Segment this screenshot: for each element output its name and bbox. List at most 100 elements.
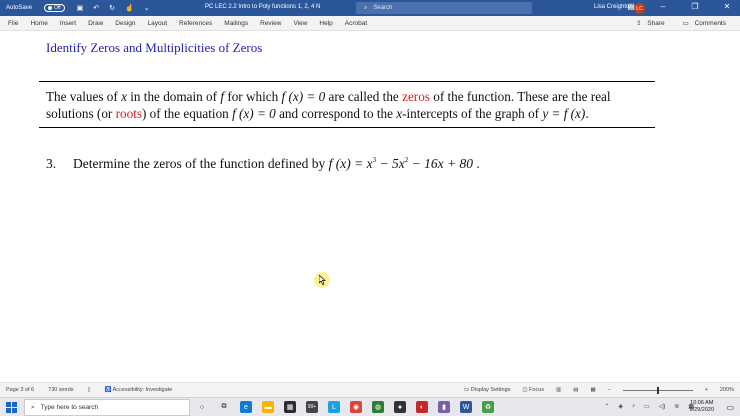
clock-date: 9/29/2020 [689,407,714,413]
question-3: 3. Determine the zeros of the function de… [46,156,480,172]
search-box[interactable]: ⌕ Search [356,2,532,14]
ribbon-display-icon[interactable]: ▤ [624,2,638,11]
question-number: 3. [46,156,57,171]
zoom-thumb[interactable] [656,386,659,394]
function-lhs: f (x) = x [328,156,373,171]
focus-label: Focus [529,387,545,393]
top-rule [39,81,655,82]
share-icon: ⇪ [635,20,644,27]
video-editor-icon[interactable]: ▮ [438,401,450,413]
def-text: for which [224,89,282,104]
recycle-icon[interactable]: ♻ [482,401,494,413]
share-label: Share [647,20,665,27]
lync-icon[interactable]: L [328,401,340,413]
tab-home[interactable]: Home [24,20,53,27]
tab-acrobat[interactable]: Acrobat [339,20,373,27]
search-placeholder: Search [373,5,393,11]
zoom-out-icon[interactable]: – [608,387,611,393]
def-text: . [585,106,589,121]
document-title: PC LEC 2.2 Intro to Poly functions 1, 2,… [205,4,321,10]
cortana-icon[interactable]: ○ [196,401,208,413]
tab-layout[interactable]: Layout [142,20,174,27]
mail-badge: 99+ [307,404,317,410]
comments-button[interactable]: ▭ Comments [679,19,730,27]
display-settings-label: Display Settings [470,387,511,393]
undo-icon[interactable]: ↶ [93,4,99,12]
clock-time: 10:06 AM [690,400,714,406]
file-explorer-icon[interactable]: ▬ [262,401,274,413]
chevron-up-icon[interactable]: ⌃ [604,403,609,410]
app-icon[interactable]: ◍ [372,401,384,413]
title-bar: AutoSave Off ▣ ↶ ↻ ☝ ⌄ PC LEC 2.2 Intro … [0,0,740,16]
question-text: Determine the zeros of the function defi… [73,156,329,171]
ribbon-actions: ⇪ Share ▭ Comments [632,19,730,27]
task-view-icon[interactable]: ⧉ [218,401,230,413]
bottom-rule [39,127,655,128]
windows-start-icon[interactable] [6,402,17,413]
def-text: ) of the equation [141,106,233,121]
tab-view[interactable]: View [287,20,313,27]
search-icon: ⌕ [364,4,368,11]
restore-icon[interactable]: ❐ [688,2,702,11]
focus-button[interactable]: ◫ Focus [522,387,544,393]
display-settings-button[interactable]: ▭ Display Settings [464,387,510,393]
store-icon[interactable]: ▦ [284,401,296,413]
tab-insert[interactable]: Insert [54,20,82,27]
tab-help[interactable]: Help [313,20,338,27]
redo-icon[interactable]: ↻ [109,4,115,12]
tab-file[interactable]: File [8,20,24,27]
windows-taskbar: ⌕ Type here to search ○ ⧉ e ▬ ▦ 99+ L ◉ … [0,397,740,416]
edge-icon[interactable]: e [240,401,252,413]
touch-mode-icon[interactable]: ☝ [125,4,134,12]
save-icon[interactable]: ▣ [77,4,84,12]
read-mode-icon[interactable]: ▥ [556,387,561,393]
minimize-icon[interactable]: – [656,2,670,11]
display-icon: ▭ [464,387,471,393]
accessibility-status[interactable]: ♿ Accessibility: Investigate [105,387,173,393]
clock[interactable]: 10:06 AM 9/29/2020 [690,400,714,414]
tab-review[interactable]: Review [254,20,287,27]
pointer-icon [319,275,326,285]
toggle-knob [48,6,53,10]
dropbox-icon[interactable]: ◈ [618,403,623,410]
zoom-in-icon[interactable]: + [705,387,708,393]
page-count[interactable]: Page 3 of 6 [6,387,34,393]
taskbar-search[interactable]: ⌕ Type here to search [24,399,190,416]
battery-icon[interactable]: ▭ [644,403,650,410]
def-equation: f (x) = 0 [281,89,326,104]
zeros-term: zeros [402,89,430,104]
accessibility-icon: ♿ [104,387,113,393]
notifications-icon[interactable]: ▭ [726,403,734,412]
def-text: in the domain of [126,89,221,104]
proofing-icon[interactable]: ▯ [88,387,91,393]
taskbar-search-placeholder: Type here to search [40,404,99,411]
autosave-toggle[interactable]: Off [44,4,65,12]
zoom-level[interactable]: 200% [720,387,734,393]
chrome-icon[interactable]: ◉ [350,401,362,413]
tab-design[interactable]: Design [109,20,141,27]
close-icon[interactable]: ✕ [720,2,734,11]
tab-mailings[interactable]: Mailings [218,20,254,27]
tab-draw[interactable]: Draw [82,20,109,27]
comments-label: Comments [694,20,726,27]
word-icon[interactable]: W [460,401,472,413]
word-count[interactable]: 730 words [48,387,73,393]
customize-toolbar-icon[interactable]: ⌄ [144,4,150,12]
camera-icon[interactable]: ● [394,401,406,413]
tab-references[interactable]: References [173,20,218,27]
function-term: − 5x [376,156,405,171]
mouse-cursor-highlight [314,272,330,288]
wifi-icon[interactable]: ≋ [674,403,679,410]
document-page[interactable]: Identify Zeros and Multiplicities of Zer… [0,31,740,382]
screencast-icon[interactable]: ◐ [416,401,428,413]
share-button[interactable]: ⇪ Share [632,19,669,27]
mail-icon[interactable]: 99+ [306,401,318,413]
microphone-icon[interactable]: ♪ [632,403,635,410]
web-layout-icon[interactable]: ▦ [590,387,595,393]
volume-icon[interactable]: ◁) [659,403,666,410]
autosave-label: AutoSave [6,5,33,11]
zoom-slider[interactable] [622,386,693,394]
print-layout-icon[interactable]: ▤ [573,387,578,393]
quick-access-toolbar: AutoSave Off ▣ ↶ ↻ ☝ ⌄ [6,4,150,12]
comment-icon: ▭ [682,20,691,27]
